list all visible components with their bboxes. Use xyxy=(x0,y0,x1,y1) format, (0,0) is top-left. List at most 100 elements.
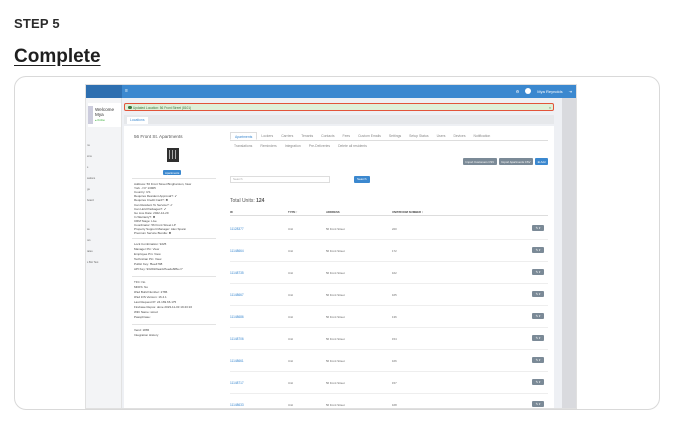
sidebar-item[interactable]: ors xyxy=(87,239,91,242)
edit-button[interactable]: ✎ ▾ xyxy=(532,401,544,407)
tab-item[interactable]: Settings xyxy=(385,132,405,140)
sidebar-item[interactable]: sations xyxy=(87,177,95,180)
tab-item[interactable]: Tenants xyxy=(297,132,317,140)
column-type[interactable]: TYPE ↑ xyxy=(288,210,297,214)
settings-icon[interactable]: ⚙ xyxy=(516,89,520,94)
location-panel: 56 Front St. Apartments Apartments Addre… xyxy=(124,126,554,408)
unit-number: 220 xyxy=(392,227,397,231)
sidebar-item[interactable]: tates xyxy=(87,250,93,253)
scrollbar[interactable] xyxy=(562,98,576,408)
detail-line: Vend: 1865 xyxy=(134,328,150,332)
user-menu[interactable]: ⚙ Mya Reynolds ⇥ xyxy=(516,88,572,94)
avatar xyxy=(525,88,532,94)
breadcrumb-locations[interactable]: Locations xyxy=(127,117,148,124)
detail-line: Integration History xyxy=(134,332,159,337)
detail-line: API Key: 93c63c9ea4d7eede6f8a c7 xyxy=(134,267,183,271)
tab-item[interactable]: Translations xyxy=(230,142,256,150)
unit-id-link[interactable]: 11148667 xyxy=(230,293,244,297)
sidebar-item[interactable]: ions xyxy=(87,155,92,158)
unit-type: Unit xyxy=(288,293,293,297)
detail-line: TFC: No xyxy=(134,280,146,284)
edit-button[interactable]: ✎ ▾ xyxy=(532,357,544,363)
edit-button[interactable]: ✎ ▾ xyxy=(532,247,544,253)
tab-item[interactable]: Notification xyxy=(470,132,495,140)
tab-item[interactable]: Devices xyxy=(449,132,469,140)
import-apartments-button[interactable]: Import Apartments CSV xyxy=(498,158,534,165)
unit-type: Unit xyxy=(288,403,293,407)
table-row: 11148664 Unit 56 Front Street 172 ✎ ▾ xyxy=(230,240,548,262)
tab-item[interactable]: Users xyxy=(433,132,450,140)
unit-id-link[interactable]: 11148661 xyxy=(230,359,244,363)
tab-bar-secondary: Translations Reminders Integration Pre-Deli… xyxy=(230,142,371,150)
location-details: 56 Front St. Apartments Apartments Addre… xyxy=(124,126,220,408)
unit-type: Unit xyxy=(288,315,293,319)
sidebar-item[interactable]: board xyxy=(87,199,94,202)
type-badge: Apartments xyxy=(163,170,182,175)
search-input[interactable]: Search xyxy=(230,176,330,183)
sidebar-item[interactable]: s Bot Test xyxy=(87,261,98,264)
add-button[interactable]: ⊕ Add xyxy=(535,158,548,165)
sidebar-item[interactable]: ns xyxy=(87,144,90,147)
unit-id-link[interactable]: 11148686 xyxy=(230,315,244,319)
tab-item[interactable]: Setup Status xyxy=(405,132,432,140)
unit-number: 172 xyxy=(392,249,397,253)
sidebar-item[interactable]: s xyxy=(87,166,88,169)
unit-id-link[interactable]: 11148735 xyxy=(230,271,244,275)
unit-id-link[interactable]: 11148664 xyxy=(230,249,244,253)
detail-line: Technician Pin: View xyxy=(134,257,162,261)
unit-id-link[interactable]: 11148717 xyxy=(230,381,244,385)
sidebar-user: Welcome Mya ● Online xyxy=(88,103,121,127)
unit-type: Unit xyxy=(288,359,293,363)
detail-line: Passphrase: xyxy=(134,315,151,319)
tab-item[interactable]: Contacts xyxy=(317,132,338,140)
unit-address: 56 Front Street xyxy=(326,249,345,253)
divider xyxy=(132,238,216,239)
table-row: 11148667 Unit 56 Front Street 165 ✎ ▾ xyxy=(230,284,548,306)
sidebar-item[interactable]: gs xyxy=(87,188,90,191)
sidebar-item[interactable]: ce xyxy=(87,228,90,231)
tab-item[interactable]: Apartments xyxy=(230,132,258,140)
close-icon[interactable]: × xyxy=(549,106,551,110)
column-unit[interactable]: UNIT/ROOM NUMBER ↕ xyxy=(392,210,423,214)
unit-id-link[interactable]: 11128377 xyxy=(230,227,244,231)
unit-type: Unit xyxy=(288,337,293,341)
edit-button[interactable]: ✎ ▾ xyxy=(532,313,544,319)
column-id[interactable]: ID xyxy=(230,210,233,214)
table-header: ID TYPE ↑ ADDRESS UNIT/ROOM NUMBER ↕ xyxy=(230,210,548,216)
tab-item[interactable]: Custom Emails xyxy=(354,132,385,140)
unit-type: Unit xyxy=(288,381,293,385)
table-row: 11148706 Unit 56 Front Street 154 ✎ ▾ xyxy=(230,328,548,350)
tab-item[interactable]: Delete all residents xyxy=(334,142,371,150)
user-label: Mya xyxy=(95,112,104,117)
detail-line: iPad iOS Version: 16.4.1 xyxy=(134,295,167,299)
unit-address: 56 Front Street xyxy=(326,337,345,341)
logout-icon[interactable]: ⇥ xyxy=(569,89,572,94)
table-row: 11148717 Unit 56 Front Street 157 ✎ ▾ xyxy=(230,372,548,394)
sidebar-avatar xyxy=(88,106,93,124)
edit-button[interactable]: ✎ ▾ xyxy=(532,379,544,385)
tab-item[interactable]: Lockers xyxy=(257,132,277,140)
tab-item[interactable]: Integration xyxy=(281,142,305,150)
edit-button[interactable]: ✎ ▾ xyxy=(532,291,544,297)
edit-button[interactable]: ✎ ▾ xyxy=(532,269,544,275)
tab-item[interactable]: Pre-Deliveries xyxy=(305,142,334,150)
search-button[interactable]: Search xyxy=(354,176,370,183)
tab-item[interactable]: Fees xyxy=(339,132,355,140)
page-title: Complete xyxy=(14,46,101,67)
tab-item[interactable]: Carriers xyxy=(277,132,297,140)
detail-line: Lock Combination: 9225 xyxy=(134,242,167,246)
unit-address: 56 Front Street xyxy=(326,381,345,385)
detail-line: MDFS: No xyxy=(134,285,149,289)
unit-id-link[interactable]: 11148706 xyxy=(230,337,244,341)
table-row: 11128377 Unit 56 Front Street 220 ✎ ▾ xyxy=(230,218,548,240)
unit-address: 56 Front Street xyxy=(326,359,345,363)
edit-button[interactable]: ✎ ▾ xyxy=(532,335,544,341)
check-icon xyxy=(128,105,132,110)
import-customers-button[interactable]: Import Customers CSV xyxy=(462,158,497,165)
tab-item[interactable]: Reminders xyxy=(256,142,280,150)
edit-button[interactable]: ✎ ▾ xyxy=(532,225,544,231)
menu-icon[interactable]: ≡ xyxy=(125,88,128,94)
unit-id-link[interactable]: 11148633 xyxy=(230,403,244,407)
column-address[interactable]: ADDRESS xyxy=(326,210,340,214)
screenshot-card: ≡ ⚙ Mya Reynolds ⇥ Welcome Mya ● Online xyxy=(14,76,660,410)
